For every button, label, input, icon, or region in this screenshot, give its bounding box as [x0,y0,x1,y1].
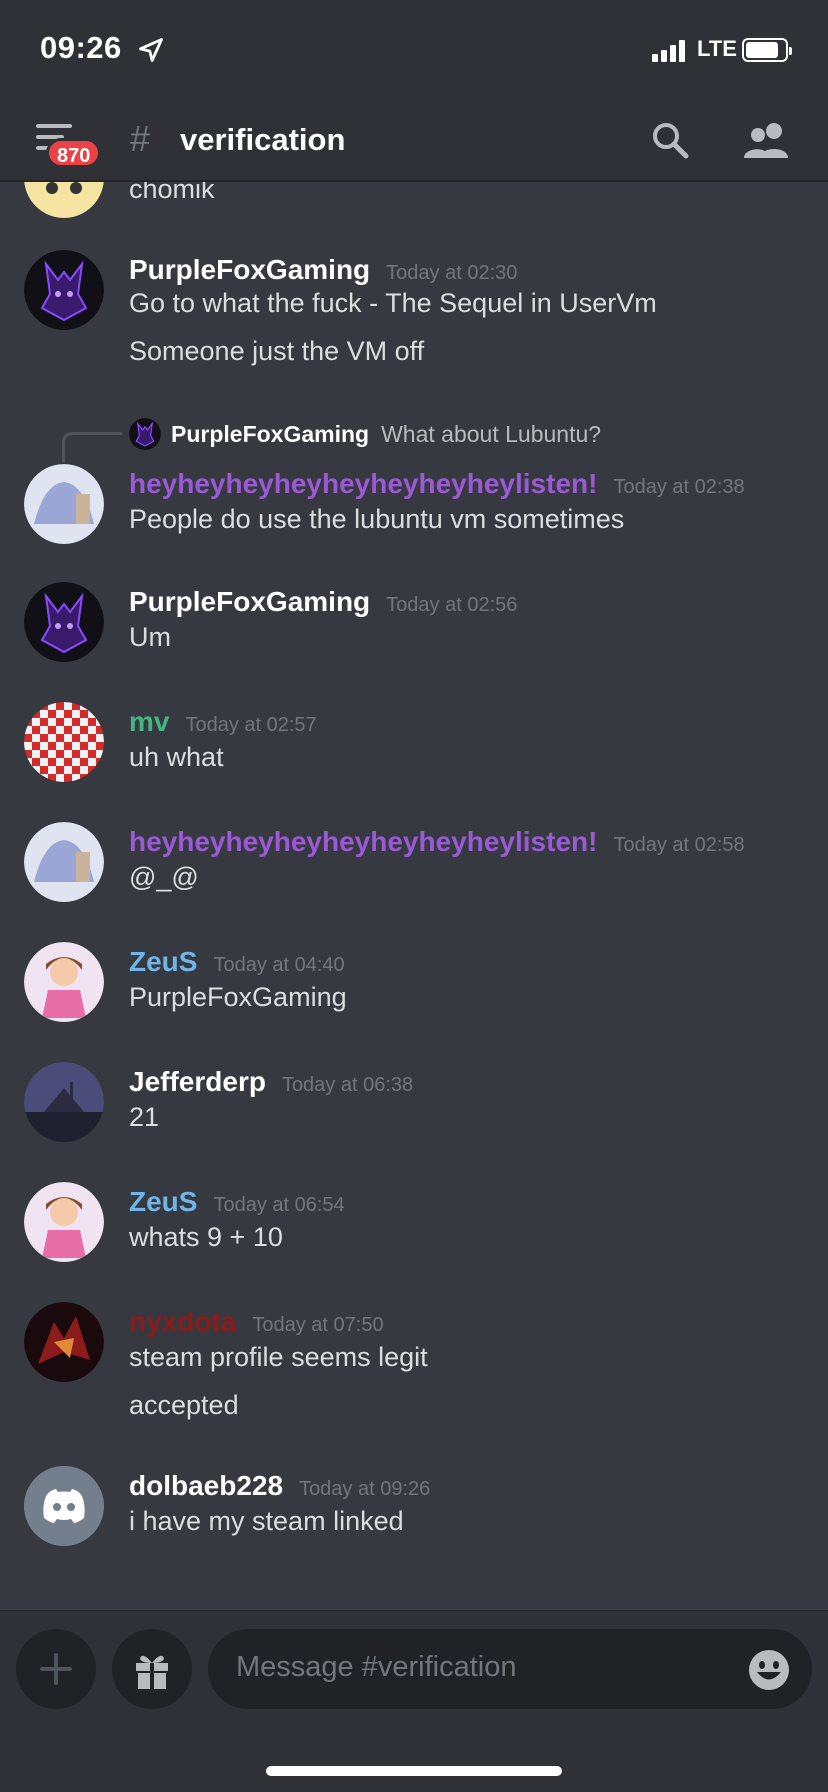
reply-author: PurpleFoxGaming [171,420,370,447]
message-text: i have my steam linked [129,1506,404,1536]
reply-connector [62,432,122,462]
message-timestamp: Today at 02:58 [613,834,745,856]
message-author[interactable]: heyheyheyheyheyheyheyheylisten! Today at … [129,826,745,858]
message-text: accepted [129,1390,239,1420]
message-author[interactable]: nyxdota Today at 07:50 [129,1306,384,1338]
message-timestamp: Today at 04:40 [213,954,345,976]
message-timestamp: Today at 06:54 [213,1194,345,1216]
message-text: Someone just the VM off [129,336,425,366]
message-timestamp: Today at 02:30 [386,262,518,284]
message-timestamp: Today at 06:38 [281,1074,414,1096]
message-timestamp: Today at 02:57 [185,714,317,736]
discord-logo-icon [24,1466,104,1546]
message-author[interactable]: ZeuS Today at 04:40 [129,946,345,978]
plus-icon [40,1653,72,1685]
user-avatar[interactable] [24,1466,104,1546]
search-icon[interactable] [650,120,690,160]
reply-avatar [129,418,161,450]
message-text: steam profile seems legit [129,1342,428,1372]
message-text: Go to what the fuck - The Sequel in User… [129,288,657,318]
members-icon[interactable] [742,120,792,160]
message-author[interactable]: Jefferderp Today at 06:38 [129,1066,413,1098]
message-text: uh what [129,742,224,772]
message-text: People do use the lubuntu vm sometimes [129,504,625,534]
user-avatar[interactable] [24,822,104,902]
message-input-placeholder: Message #verification [236,1651,517,1683]
author-name[interactable]: mv [129,706,169,737]
home-indicator[interactable] [266,1766,562,1776]
author-name[interactable]: nyxdota [129,1306,236,1337]
author-name[interactable]: heyheyheyheyheyheyheyheylisten! [129,826,597,857]
author-name[interactable]: ZeuS [129,1186,197,1217]
user-avatar[interactable] [24,250,104,330]
channel-header: 870 # verification [0,100,828,182]
message-text: chomik [129,182,215,204]
author-name[interactable]: ZeuS [129,946,197,977]
message-author[interactable]: dolbaeb228 Today at 09:26 [129,1470,430,1502]
message-author[interactable]: heyheyheyheyheyheyheyheylisten! Today at … [129,468,745,500]
message-timestamp: Today at 02:56 [386,594,518,616]
message-text: @_@ [129,862,199,892]
message-timestamp: Today at 07:50 [252,1314,384,1336]
user-avatar[interactable] [24,942,104,1022]
reply-reference[interactable]: PurpleFoxGaming What about Lubuntu? [129,416,601,452]
message-author[interactable]: PurpleFoxGaming Today at 02:56 [129,586,517,618]
user-avatar[interactable] [24,702,104,782]
battery-icon [742,38,792,62]
user-avatar[interactable] [24,182,104,218]
user-avatar[interactable] [24,1302,104,1382]
status-bar: 09:26 LTE [0,0,828,100]
message-text: 21 [129,1102,160,1132]
message-text: whats 9 + 10 [129,1222,283,1252]
unread-badge[interactable]: 870 [46,138,102,168]
message-author[interactable]: mv Today at 02:57 [129,706,317,738]
message-author[interactable]: ZeuS Today at 06:54 [129,1186,345,1218]
message-list[interactable]: chomik PurpleFoxGaming Today at 02:30 Go … [0,182,828,1610]
message-author[interactable]: PurpleFoxGaming Today at 02:30 [129,254,517,286]
location-arrow-icon [139,38,163,62]
composer-bar: Message #verification [0,1610,828,1792]
user-avatar[interactable] [24,464,104,544]
gift-icon [136,1655,168,1689]
message-text: PurpleFoxGaming [129,982,347,1012]
author-name[interactable]: PurpleFoxGaming [129,254,370,285]
message-text: Um [129,622,171,652]
emoji-icon[interactable] [748,1649,790,1691]
author-name[interactable]: Jefferderp [129,1066,266,1097]
gift-button[interactable] [112,1629,192,1709]
author-name[interactable]: dolbaeb228 [129,1470,283,1501]
cellular-signal-icon [652,40,688,62]
status-time: 09:26 [40,30,122,65]
network-type: LTE [697,36,737,61]
reply-text: What about Lubuntu? [381,420,602,447]
user-avatar[interactable] [24,1182,104,1262]
add-attachment-button[interactable] [16,1629,96,1709]
user-avatar[interactable] [24,582,104,662]
user-avatar[interactable] [24,1062,104,1142]
channel-name[interactable]: verification [180,122,345,158]
author-name[interactable]: heyheyheyheyheyheyheyheylisten! [129,468,597,499]
message-timestamp: Today at 02:38 [613,476,745,498]
message-timestamp: Today at 09:26 [299,1478,431,1500]
author-name[interactable]: PurpleFoxGaming [129,586,370,617]
hash-icon: # [130,118,151,159]
